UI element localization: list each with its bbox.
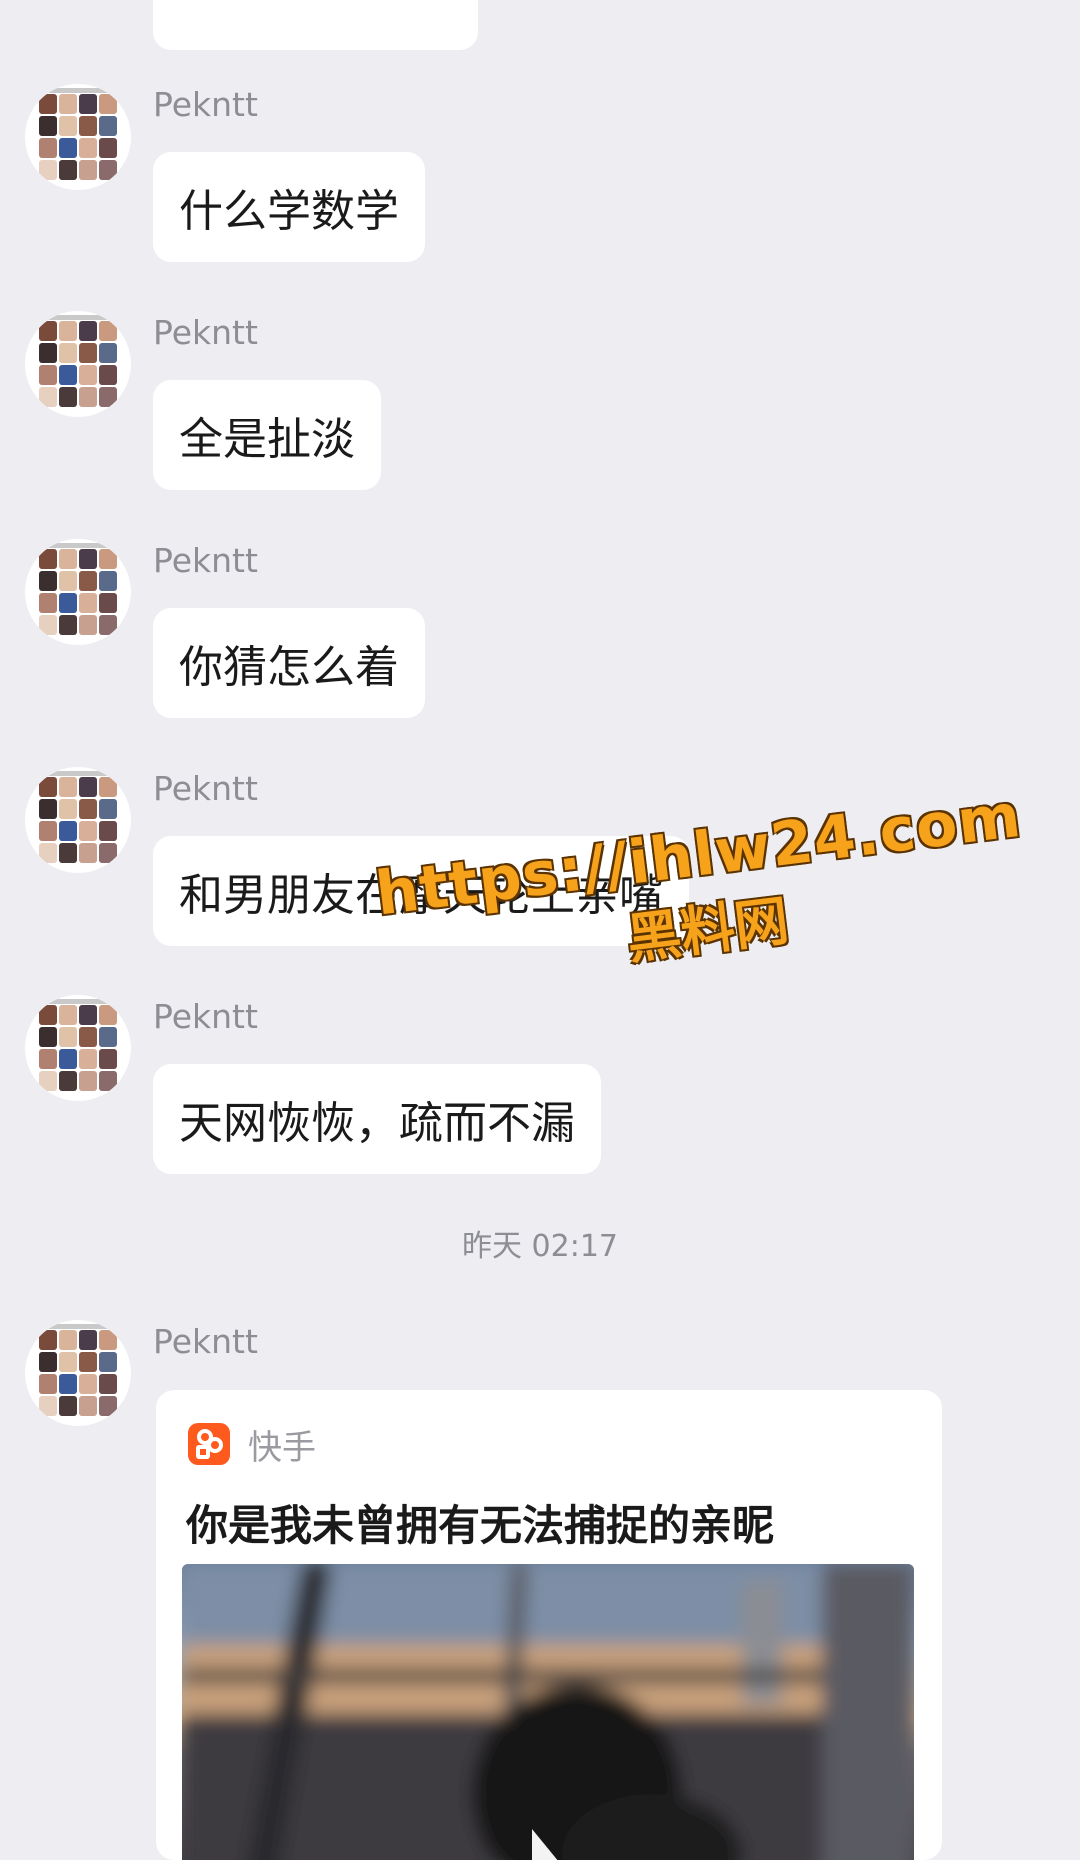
avatar-caption-strip bbox=[41, 543, 115, 548]
message-bubble[interactable]: 和男朋友在摩天轮上亲嘴 bbox=[153, 836, 689, 946]
sender-avatar[interactable] bbox=[25, 539, 131, 645]
card-title: 你是我未曾拥有无法捕捉的亲昵 bbox=[186, 1501, 775, 1550]
avatar-caption-strip bbox=[41, 88, 115, 93]
sender-avatar[interactable] bbox=[25, 311, 131, 417]
message-bubble[interactable]: 全是扯淡 bbox=[153, 380, 381, 490]
card-app-source: 快手 bbox=[188, 1422, 316, 1468]
video-thumbnail[interactable] bbox=[182, 1564, 914, 1860]
avatar-caption-strip bbox=[41, 1324, 115, 1329]
sender-name: Pekntt bbox=[153, 769, 258, 808]
avatar-caption-strip bbox=[41, 999, 115, 1004]
card-app-name: 快手 bbox=[248, 1427, 316, 1468]
avatar-photo-collage bbox=[39, 1330, 117, 1416]
avatar-caption-strip bbox=[41, 315, 115, 320]
sender-avatar[interactable] bbox=[25, 995, 131, 1101]
sender-name: Pekntt bbox=[153, 85, 258, 124]
message-bubble[interactable]: 什么学数学 bbox=[153, 152, 425, 262]
sender-name: Pekntt bbox=[153, 313, 258, 352]
sender-name: Pekntt bbox=[153, 997, 258, 1036]
avatar-photo-collage bbox=[39, 321, 117, 407]
sender-avatar[interactable] bbox=[25, 1320, 131, 1426]
avatar-photo-collage bbox=[39, 549, 117, 635]
chat-timestamp: 昨天 02:17 bbox=[462, 1229, 618, 1264]
message-bubble[interactable]: 天网恢恢，疏而不漏 bbox=[153, 1064, 601, 1174]
shared-video-card[interactable]: 快手 你是我未曾拥有无法捕捉的亲昵 bbox=[156, 1390, 942, 1860]
sender-avatar[interactable] bbox=[25, 84, 131, 190]
sender-name: Pekntt bbox=[153, 1322, 258, 1361]
avatar-photo-collage bbox=[39, 777, 117, 863]
sender-avatar[interactable] bbox=[25, 767, 131, 873]
message-bubble[interactable]: 你猜怎么着 bbox=[153, 608, 425, 718]
sender-name: Pekntt bbox=[153, 541, 258, 580]
avatar-photo-collage bbox=[39, 1005, 117, 1091]
avatar-photo-collage bbox=[39, 94, 117, 180]
video-thumbnail-scene bbox=[182, 1564, 914, 1860]
partial-message-bubble[interactable] bbox=[153, 0, 478, 50]
kuaishou-logo-icon bbox=[188, 1423, 230, 1465]
avatar-caption-strip bbox=[41, 771, 115, 776]
